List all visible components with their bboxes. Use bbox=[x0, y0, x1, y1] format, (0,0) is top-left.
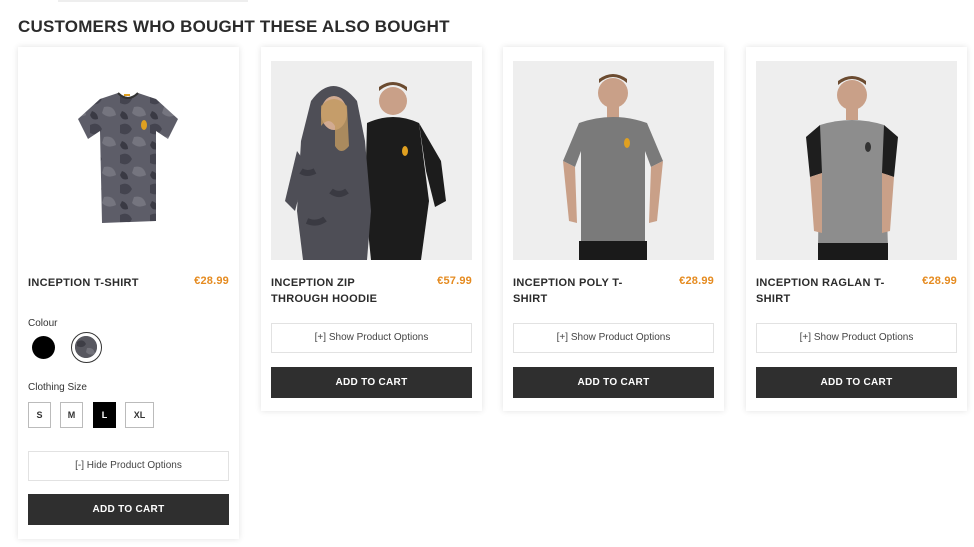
add-to-cart-button[interactable]: ADD TO CART bbox=[513, 367, 714, 398]
top-divider bbox=[58, 0, 248, 2]
product-image[interactable] bbox=[28, 61, 229, 260]
product-card-inception-tshirt: INCEPTION T-SHIRT €28.99 Colour Clothing… bbox=[18, 47, 239, 539]
add-to-cart-button[interactable]: ADD TO CART bbox=[271, 367, 472, 398]
product-image[interactable] bbox=[513, 61, 714, 260]
product-name[interactable]: INCEPTION T-SHIRT bbox=[28, 275, 158, 291]
product-image[interactable] bbox=[271, 61, 472, 260]
product-price: €57.99 bbox=[437, 275, 472, 287]
product-card-poly-tshirt: INCEPTION POLY T-SHIRT €28.99 [+] Show P… bbox=[503, 47, 724, 411]
product-image[interactable] bbox=[756, 61, 957, 260]
colour-label: Colour bbox=[28, 318, 58, 329]
show-product-options-button[interactable]: [+] Show Product Options bbox=[271, 323, 472, 353]
product-price: €28.99 bbox=[679, 275, 714, 287]
colour-swatch-camo-selected[interactable] bbox=[71, 332, 102, 363]
product-card-raglan-tshirt: INCEPTION RAGLAN T-SHIRT €28.99 [+] Show… bbox=[746, 47, 967, 411]
product-name[interactable]: INCEPTION RAGLAN T-SHIRT bbox=[756, 275, 886, 307]
poly-tshirt-model-image bbox=[513, 61, 714, 260]
product-price: €28.99 bbox=[922, 275, 957, 287]
size-label: Clothing Size bbox=[28, 382, 87, 393]
hoodie-models-image bbox=[271, 61, 472, 260]
camo-swatch-fill bbox=[75, 336, 97, 358]
section-title: CUSTOMERS WHO BOUGHT THESE ALSO BOUGHT bbox=[18, 17, 450, 36]
size-option-xl[interactable]: XL bbox=[125, 402, 154, 428]
size-option-l-selected[interactable]: L bbox=[93, 402, 116, 428]
product-price: €28.99 bbox=[194, 275, 229, 287]
show-product-options-button[interactable]: [+] Show Product Options bbox=[513, 323, 714, 353]
product-name[interactable]: INCEPTION POLY T-SHIRT bbox=[513, 275, 643, 307]
size-option-s[interactable]: S bbox=[28, 402, 51, 428]
add-to-cart-button[interactable]: ADD TO CART bbox=[28, 494, 229, 525]
product-card-zip-hoodie: INCEPTION ZIP THROUGH HOODIE €57.99 [+] … bbox=[261, 47, 482, 411]
product-name[interactable]: INCEPTION ZIP THROUGH HOODIE bbox=[271, 275, 401, 307]
size-option-m[interactable]: M bbox=[60, 402, 83, 428]
hide-product-options-button[interactable]: [-] Hide Product Options bbox=[28, 451, 229, 481]
raglan-tshirt-model-image bbox=[756, 61, 957, 260]
colour-swatch-black[interactable] bbox=[32, 336, 55, 359]
tshirt-image bbox=[78, 92, 178, 223]
add-to-cart-button[interactable]: ADD TO CART bbox=[756, 367, 957, 398]
show-product-options-button[interactable]: [+] Show Product Options bbox=[756, 323, 957, 353]
